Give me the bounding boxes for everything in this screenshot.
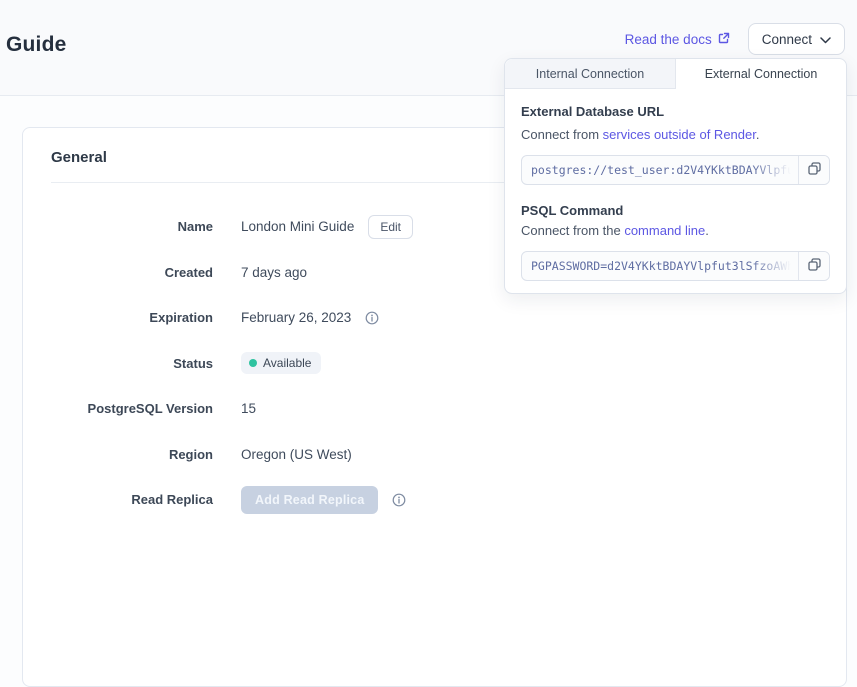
row-value-wrap: Available <box>241 352 321 374</box>
read-the-docs-link[interactable]: Read the docs <box>625 32 730 47</box>
status-badge-label: Available <box>263 356 311 370</box>
row-value-wrap: 15 <box>241 401 256 416</box>
info-icon[interactable] <box>365 311 379 325</box>
row-label: Region <box>51 447 213 462</box>
desc-text: . <box>756 127 760 142</box>
desc-text: Connect from <box>521 127 603 142</box>
external-database-url-input-group: postgres://test_user:d2V4YKktBDAYVlpfut3… <box>521 155 830 185</box>
table-row: Status Available <box>23 341 846 387</box>
status-badge: Available <box>241 352 321 374</box>
desc-text: . <box>705 223 709 238</box>
header-actions: Read the docs Connect <box>625 23 845 55</box>
row-label: Created <box>51 265 213 280</box>
external-database-url-heading: External Database URL <box>521 104 830 119</box>
copy-icon <box>808 258 821 274</box>
text-fade-overlay <box>752 252 798 280</box>
status-dot <box>249 359 257 367</box>
copy-icon <box>808 162 821 178</box>
connect-tabbar: Internal Connection External Connection <box>505 59 846 89</box>
row-value-wrap: 7 days ago <box>241 265 307 280</box>
row-label: Expiration <box>51 310 213 325</box>
table-row: PostgreSQL Version 15 <box>23 386 846 432</box>
connect-button-label: Connect <box>762 32 812 47</box>
row-value-wrap: Oregon (US West) <box>241 447 352 462</box>
row-label: Read Replica <box>51 492 213 507</box>
connect-button[interactable]: Connect <box>748 23 845 55</box>
row-value: 7 days ago <box>241 265 307 280</box>
row-label: Status <box>51 356 213 371</box>
page-title: Guide <box>6 33 67 57</box>
row-value: London Mini Guide <box>241 219 354 234</box>
row-label: PostgreSQL Version <box>51 401 213 416</box>
popover-body: External Database URL Connect from servi… <box>505 89 846 296</box>
row-value: Oregon (US West) <box>241 447 352 462</box>
row-value: 15 <box>241 401 256 416</box>
table-row: Region Oregon (US West) <box>23 432 846 478</box>
external-database-url-input[interactable]: postgres://test_user:d2V4YKktBDAYVlpfut3… <box>522 156 798 184</box>
table-row: Expiration February 26, 2023 <box>23 295 846 341</box>
external-link-icon <box>718 32 730 47</box>
row-value: February 26, 2023 <box>241 310 351 325</box>
psql-command-heading: PSQL Command <box>521 203 830 218</box>
info-icon[interactable] <box>392 493 406 507</box>
row-value-wrap: February 26, 2023 <box>241 310 379 325</box>
row-value-wrap: Add Read Replica <box>241 486 406 514</box>
external-database-url-desc: Connect from services outside of Render. <box>521 127 830 142</box>
command-line-link[interactable]: command line <box>624 223 705 238</box>
docs-link-label: Read the docs <box>625 32 712 47</box>
connect-popover: Internal Connection External Connection … <box>504 58 847 294</box>
psql-command-desc: Connect from the command line. <box>521 223 830 238</box>
row-label: Name <box>51 219 213 234</box>
tab-external-connection[interactable]: External Connection <box>676 59 846 89</box>
psql-command-input-group: PGPASSWORD=d2V4YKktBDAYVlpfut3lSfzoAWhwb… <box>521 251 830 281</box>
add-read-replica-button[interactable]: Add Read Replica <box>241 486 378 514</box>
text-fade-overlay <box>752 156 798 184</box>
copy-psql-command-button[interactable] <box>798 252 829 280</box>
chevron-down-icon <box>820 32 831 47</box>
edit-button[interactable]: Edit <box>368 215 413 239</box>
row-value-wrap: London Mini Guide Edit <box>241 215 413 239</box>
tab-internal-connection[interactable]: Internal Connection <box>505 59 676 89</box>
psql-command-input[interactable]: PGPASSWORD=d2V4YKktBDAYVlpfut3lSfzoAWhwb… <box>522 252 798 280</box>
copy-external-url-button[interactable] <box>798 156 829 184</box>
desc-text: Connect from the <box>521 223 624 238</box>
services-outside-render-link[interactable]: services outside of Render <box>603 127 756 142</box>
